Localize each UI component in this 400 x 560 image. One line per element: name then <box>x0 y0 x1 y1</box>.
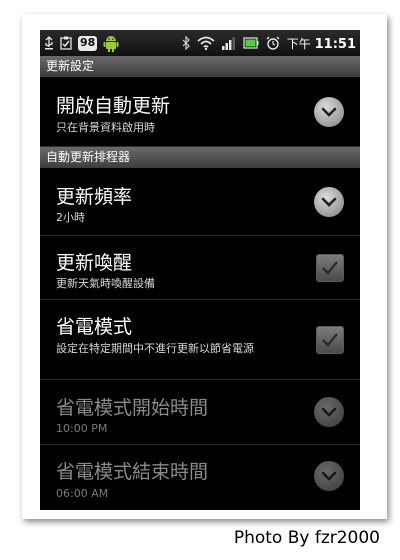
setting-update-frequency[interactable]: 更新頻率 2小時 <box>40 168 360 236</box>
chevron-down-icon[interactable] <box>314 397 344 427</box>
setting-title: 省電模式 <box>56 316 133 338</box>
battery-level-badge: 98 <box>78 35 98 51</box>
chevron-down-icon[interactable] <box>314 187 344 217</box>
android-icon <box>103 34 119 52</box>
setting-title: 省電模式結束時間 <box>56 461 209 483</box>
setting-title: 更新喚醒 <box>56 252 133 274</box>
setting-subtitle: 2小時 <box>56 211 85 224</box>
setting-subtitle: 06:00 AM <box>56 487 109 500</box>
setting-subtitle: 設定在特定期間中不進行更新以節省電源 <box>56 342 254 355</box>
setting-subtitle: 10:00 PM <box>56 422 108 435</box>
setting-power-save[interactable]: 省電模式 設定在特定期間中不進行更新以節省電源 <box>40 300 360 380</box>
setting-subtitle: 只在背景資料啟用時 <box>56 121 155 134</box>
status-clock: 下午 11:51 <box>287 35 356 52</box>
section-header-update-settings: 更新設定 <box>40 56 360 77</box>
setting-title: 開啟自動更新 <box>56 95 171 117</box>
setting-wake-update[interactable]: 更新喚醒 更新天氣時喚醒設備 <box>40 236 360 300</box>
clipboard-check-icon <box>60 36 72 50</box>
status-bar: 98 下午 11:51 <box>40 30 360 56</box>
setting-title: 更新頻率 <box>56 186 133 208</box>
setting-power-save-end[interactable]: 省電模式結束時間 06:00 AM <box>40 445 360 510</box>
chevron-down-icon[interactable] <box>314 97 344 127</box>
power-save-checkbox[interactable] <box>316 326 344 354</box>
battery-icon <box>243 37 259 49</box>
clock-period: 下午 <box>286 36 311 51</box>
setting-power-save-start[interactable]: 省電模式開始時間 10:00 PM <box>40 380 360 445</box>
setting-auto-update[interactable]: 開啟自動更新 只在背景資料啟用時 <box>40 77 360 147</box>
signal-icon <box>221 36 236 50</box>
photo-credit: Photo By fzr2000 <box>233 528 380 548</box>
section-header-scheduler: 自動更新排程器 <box>40 147 360 168</box>
chevron-down-icon[interactable] <box>314 461 344 491</box>
bluetooth-icon <box>182 36 190 50</box>
phone-screen: 98 下午 11:51 更新設定 開啟自動更新 只在背景資料啟用時 自動更新排程… <box>40 30 360 510</box>
usb-icon <box>44 36 54 50</box>
wake-update-checkbox[interactable] <box>316 254 344 282</box>
setting-title: 省電模式開始時間 <box>56 397 209 419</box>
alarm-icon <box>266 36 280 50</box>
wifi-icon <box>197 36 215 50</box>
clock-time: 11:51 <box>314 36 356 52</box>
setting-subtitle: 更新天氣時喚醒設備 <box>56 277 155 290</box>
